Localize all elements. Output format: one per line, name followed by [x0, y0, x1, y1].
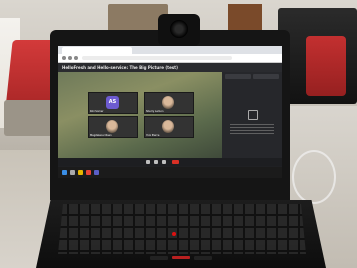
trackpoint-button[interactable]: [172, 256, 190, 259]
reload-icon[interactable]: [74, 56, 78, 60]
participant-tile[interactable]: Sherry Lemon: [144, 92, 194, 114]
avatar: AS: [106, 96, 119, 109]
participant-tile[interactable]: Yoni Pierce: [144, 116, 194, 138]
side-panel-text: [230, 124, 274, 134]
video-stage: AS Kiki Somer Sherry Lemon Magdalene Ols…: [58, 72, 222, 158]
participant-name: Yoni Pierce: [146, 134, 160, 137]
participant-name: Magdalene Olsen: [90, 134, 112, 137]
meeting-controls: [58, 158, 282, 166]
app-icon[interactable]: [94, 170, 99, 175]
keyboard: [58, 204, 306, 254]
camera-icon[interactable]: [154, 160, 158, 164]
browser-tab[interactable]: [62, 47, 132, 54]
share-icon[interactable]: [162, 160, 166, 164]
leave-call-icon[interactable]: [172, 160, 179, 164]
windows-start-icon[interactable]: [62, 170, 67, 175]
participant-photo: [162, 120, 174, 133]
trackpoint-button[interactable]: [150, 256, 168, 260]
url-field[interactable]: [82, 56, 232, 60]
taskbar: [58, 167, 282, 178]
participant-name: Kiki Somer: [90, 110, 104, 113]
participant-tile[interactable]: AS Kiki Somer: [88, 92, 138, 114]
side-panel: [222, 72, 282, 158]
trackpoint-button[interactable]: [194, 256, 212, 260]
red-chair-right: [306, 36, 346, 96]
laptop-screen: HelloFresh and Hello-service: The Big Pi…: [58, 46, 282, 178]
side-tab[interactable]: [225, 74, 251, 79]
search-icon[interactable]: [70, 170, 75, 175]
participant-photo: [106, 120, 118, 133]
browser-icon[interactable]: [86, 170, 91, 175]
participant-name: Sherry Lemon: [146, 110, 164, 113]
webcam-lens: [170, 20, 188, 38]
microphone-icon[interactable]: [146, 160, 150, 164]
fan: [292, 150, 336, 204]
forward-icon[interactable]: [68, 56, 72, 60]
trackpoint[interactable]: [172, 232, 176, 236]
participant-photo: [162, 96, 174, 109]
chat-icon: [248, 110, 258, 120]
side-tab[interactable]: [253, 74, 279, 79]
meeting-title: HelloFresh and Hello-service: The Big Pi…: [62, 65, 178, 70]
photo-frame: HelloFresh and Hello-service: The Big Pi…: [0, 0, 357, 268]
folder-icon[interactable]: [78, 170, 83, 175]
participant-tile[interactable]: Magdalene Olsen: [88, 116, 138, 138]
back-icon[interactable]: [62, 56, 66, 60]
